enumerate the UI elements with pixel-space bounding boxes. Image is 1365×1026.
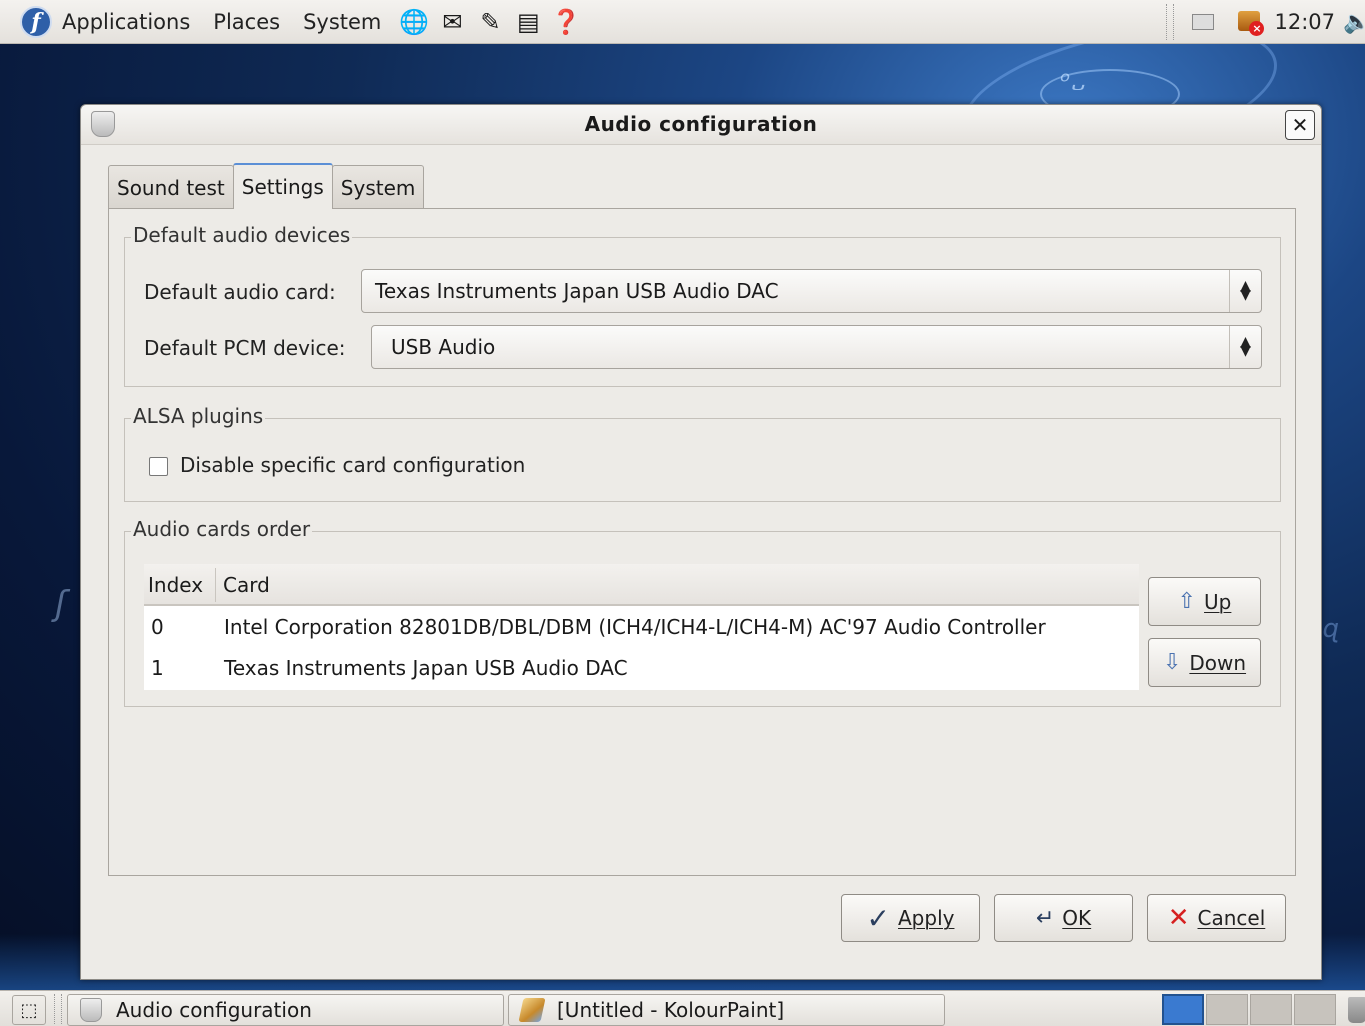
- default-pcm-value: USB Audio: [391, 335, 496, 359]
- fedora-logo-icon[interactable]: f: [20, 5, 52, 38]
- up-button[interactable]: ⇧ Up: [1148, 577, 1261, 626]
- wallpaper-mark: ᵒ᎑: [1060, 67, 1085, 97]
- apply-button-label: Apply: [898, 906, 955, 930]
- arrow-down-icon: ⇩: [1162, 650, 1182, 675]
- combo-updown-icon: ▲ ▼: [1229, 270, 1261, 312]
- updates-icon[interactable]: ×: [1236, 7, 1265, 37]
- checkmark-icon: ✓: [866, 901, 890, 935]
- default-card-combo[interactable]: Texas Instruments Japan USB Audio DAC ▲ ▼: [361, 269, 1262, 313]
- menu-places[interactable]: Places: [213, 10, 280, 34]
- titlebar[interactable]: Audio configuration ✕: [81, 105, 1321, 145]
- cards-order-frame: Audio cards order Index Card 0 Intel Cor…: [124, 517, 1281, 707]
- column-divider: [215, 568, 216, 602]
- default-pcm-label: Default PCM device:: [144, 336, 346, 360]
- cards-order-legend: Audio cards order: [131, 517, 313, 541]
- default-card-label: Default audio card:: [144, 280, 336, 304]
- menu-applications[interactable]: Applications: [62, 10, 190, 34]
- workspace-1[interactable]: [1162, 994, 1204, 1025]
- volume-icon[interactable]: 🔈: [1343, 10, 1365, 35]
- column-header-index[interactable]: Index: [148, 573, 203, 597]
- cancel-button-label: Cancel: [1197, 906, 1266, 930]
- wallpaper-mark: ɋ: [1322, 614, 1339, 644]
- system-tray: × 12:07 🔈: [1166, 0, 1365, 44]
- cards-list: Index Card 0 Intel Corporation 82801DB/D…: [144, 564, 1139, 690]
- office-icon[interactable]: ▤: [510, 5, 546, 39]
- audio-config-dialog: Audio configuration ✕ Sound test Setting…: [80, 104, 1322, 980]
- column-header-card[interactable]: Card: [223, 573, 270, 597]
- mail-client-icon[interactable]: ✉: [434, 5, 470, 39]
- trash-icon[interactable]: [1348, 997, 1365, 1023]
- down-button-label: Down: [1189, 650, 1247, 675]
- apply-button[interactable]: ✓ Apply: [841, 894, 980, 942]
- table-row[interactable]: 0 Intel Corporation 82801DB/DBL/DBM (ICH…: [144, 607, 1139, 648]
- workspace-3[interactable]: [1250, 994, 1292, 1025]
- row-index: 1: [151, 656, 164, 680]
- tab-system[interactable]: System: [331, 165, 425, 209]
- row-index: 0: [151, 615, 164, 639]
- ok-button-label: OK: [1062, 906, 1092, 930]
- disable-card-config-checkbox[interactable]: [149, 457, 168, 476]
- disable-card-config-label[interactable]: Disable specific card configuration: [180, 453, 525, 477]
- table-row[interactable]: 1 Texas Instruments Japan USB Audio DAC: [144, 648, 1139, 689]
- alsa-plugins-frame: ALSA plugins Disable specific card confi…: [124, 404, 1281, 502]
- default-devices-legend: Default audio devices: [131, 223, 353, 247]
- kolourpaint-icon: [518, 998, 546, 1022]
- enter-key-icon: ↵: [1035, 905, 1055, 931]
- network-icon[interactable]: [1192, 14, 1215, 30]
- workspace-2[interactable]: [1206, 994, 1248, 1025]
- tab-settings[interactable]: Settings: [232, 163, 333, 209]
- close-button[interactable]: ✕: [1285, 110, 1315, 140]
- up-button-label: Up: [1204, 589, 1232, 614]
- tab-bar: Sound test Settings System: [108, 163, 425, 209]
- row-card: Intel Corporation 82801DB/DBL/DBM (ICH4/…: [224, 615, 1046, 639]
- bottom-panel: ⬚ Audio configuration [Untitled - Kolour…: [0, 990, 1365, 1026]
- settings-panel: Default audio devices Default audio card…: [108, 208, 1296, 876]
- show-desktop-icon[interactable]: ⬚: [12, 995, 46, 1025]
- default-pcm-combo[interactable]: USB Audio ▲ ▼: [371, 325, 1262, 369]
- web-browser-icon[interactable]: 🌐: [396, 5, 432, 39]
- app-shield-icon: [80, 998, 102, 1022]
- alsa-plugins-legend: ALSA plugins: [131, 404, 266, 428]
- combo-updown-icon: ▲ ▼: [1229, 326, 1261, 368]
- window-title: Audio configuration: [584, 112, 818, 136]
- text-editor-icon[interactable]: ✎: [472, 5, 508, 39]
- cancel-button[interactable]: ✕ Cancel: [1147, 894, 1286, 942]
- tab-sound-test[interactable]: Sound test: [108, 165, 234, 209]
- close-icon: ✕: [1291, 113, 1309, 137]
- default-devices-frame: Default audio devices Default audio card…: [124, 223, 1281, 387]
- default-card-value: Texas Instruments Japan USB Audio DAC: [375, 279, 779, 303]
- arrow-up-icon: ⇧: [1177, 589, 1197, 614]
- task-label: [Untitled - KolourPaint]: [557, 998, 785, 1022]
- workspace-4[interactable]: [1294, 994, 1336, 1025]
- workspace-switcher: [1162, 994, 1336, 1025]
- taskbar-item-audio-config[interactable]: Audio configuration: [67, 994, 504, 1026]
- ok-button[interactable]: ↵ OK: [994, 894, 1133, 942]
- cancel-x-icon: ✕: [1167, 903, 1190, 933]
- help-icon[interactable]: ❓: [548, 5, 584, 39]
- wallpaper-mark: ʃ: [55, 584, 67, 624]
- row-card: Texas Instruments Japan USB Audio DAC: [224, 656, 628, 680]
- task-label: Audio configuration: [116, 998, 312, 1022]
- menu-system[interactable]: System: [303, 10, 381, 34]
- clock[interactable]: 12:07: [1274, 10, 1335, 34]
- down-button[interactable]: ⇩ Down: [1148, 638, 1261, 687]
- list-header: Index Card: [144, 564, 1139, 606]
- top-panel: f Applications Places System 🌐 ✉ ✎ ▤ ❓ ×…: [0, 0, 1365, 44]
- launcher-bar: 🌐 ✉ ✎ ▤ ❓: [396, 5, 584, 39]
- panel-separator: [1166, 4, 1175, 40]
- taskbar-item-kolourpaint[interactable]: [Untitled - KolourPaint]: [508, 994, 945, 1026]
- panel-separator: [54, 994, 62, 1024]
